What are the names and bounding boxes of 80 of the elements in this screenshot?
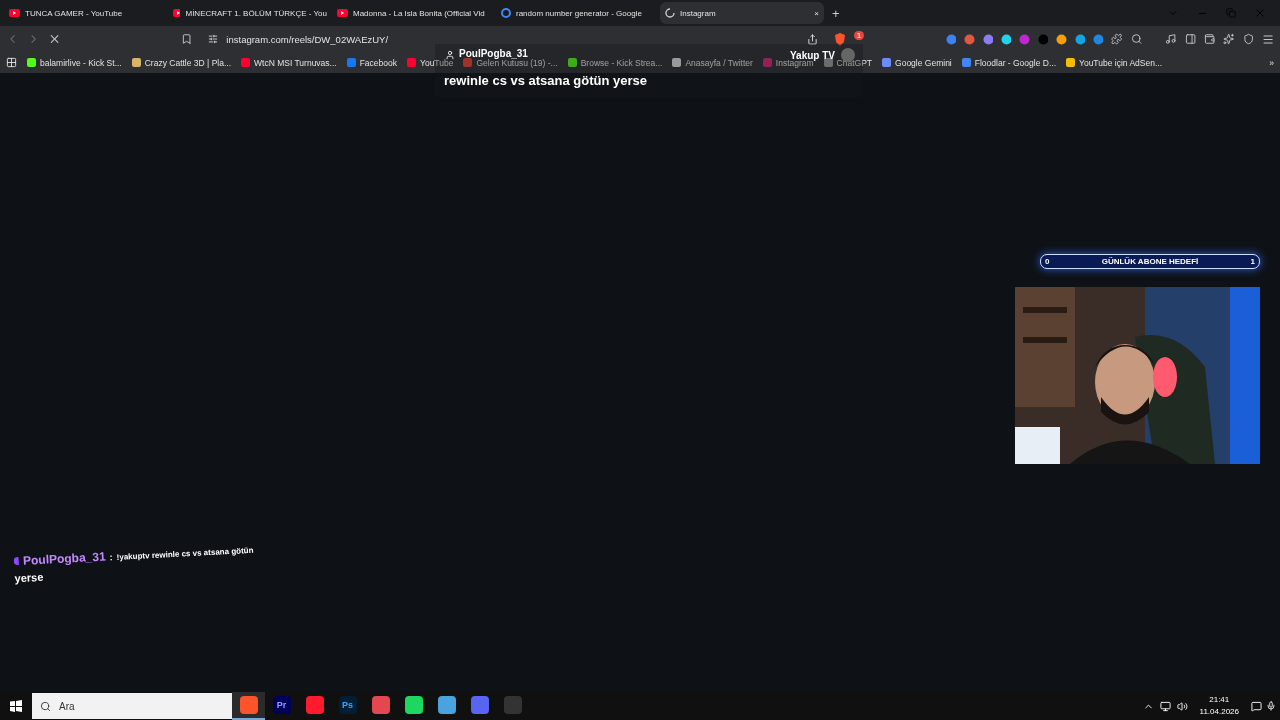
site-icon bbox=[823, 58, 833, 67]
taskbar-app[interactable]: Ps bbox=[331, 692, 364, 720]
new-tab-button[interactable]: + bbox=[832, 5, 840, 21]
browser-tab[interactable]: random number generator - Google bbox=[496, 2, 660, 24]
search-icon bbox=[40, 700, 51, 712]
rewards-badge[interactable]: 1 bbox=[853, 30, 865, 40]
extension-icon[interactable] bbox=[982, 33, 994, 45]
goal-label: GÜNLÜK ABONE HEDEFİ bbox=[1101, 257, 1199, 266]
bookmark-link[interactable]: Crazy Cattle 3D | Pla... bbox=[131, 57, 231, 68]
bookmark-link[interactable]: WtcN MSI Turnuvas... bbox=[241, 57, 337, 68]
taskbar-app[interactable] bbox=[232, 692, 265, 720]
clock[interactable]: 21:41 11.04.2026 bbox=[1199, 694, 1239, 718]
browser-tab[interactable]: Madonna - La Isla Bonita (Official Vid bbox=[332, 2, 496, 24]
music-icon[interactable] bbox=[1165, 33, 1177, 45]
site-icon bbox=[407, 58, 416, 67]
site-icon bbox=[27, 58, 36, 67]
extension-icon[interactable] bbox=[1074, 33, 1085, 45]
chat-message: !yakuptv rewinle cs vs atsana götün bbox=[116, 545, 254, 562]
menu-icon[interactable] bbox=[1261, 32, 1275, 46]
bookmark-link[interactable]: Anasayfa / Twitter bbox=[672, 57, 753, 68]
bookmark-link[interactable]: Floodlar - Google D... bbox=[961, 57, 1056, 68]
chat-username: PoulPogba_31 bbox=[22, 549, 106, 568]
wallet-icon[interactable] bbox=[1203, 33, 1216, 45]
extension-icon[interactable] bbox=[1001, 33, 1012, 45]
youtube-icon bbox=[173, 9, 181, 17]
site-icon bbox=[567, 58, 577, 67]
mic-icon bbox=[1266, 701, 1276, 711]
site-icon bbox=[131, 58, 141, 67]
browser-tab[interactable]: TUNCA GAMER - YouTube bbox=[4, 2, 168, 24]
bookmark-link[interactable]: Google Gemini bbox=[882, 57, 952, 68]
taskbar-app[interactable]: Pr bbox=[265, 692, 298, 720]
site-icon bbox=[882, 58, 892, 67]
site-icon bbox=[961, 58, 971, 67]
bookmark-link[interactable]: YouTube için AdSen... bbox=[1066, 57, 1163, 68]
avatar-icon bbox=[841, 48, 855, 62]
start-icon[interactable] bbox=[10, 700, 22, 712]
sidebar-icon[interactable] bbox=[1184, 33, 1196, 45]
alert-message: rewinle cs vs atsana götün yerse bbox=[444, 73, 648, 88]
close-tab-button[interactable]: × bbox=[814, 8, 819, 18]
youtube-icon bbox=[9, 9, 20, 17]
goal-end: 1 bbox=[1250, 257, 1255, 266]
extension-icon[interactable] bbox=[1056, 33, 1067, 45]
site-icon bbox=[346, 58, 356, 67]
bookmark-link[interactable]: YouTube bbox=[407, 57, 454, 68]
extension-icon[interactable] bbox=[946, 33, 957, 45]
bookmark-link[interactable]: Facebook bbox=[346, 57, 397, 68]
taskbar-search-field[interactable]: Ara bbox=[32, 693, 232, 719]
extension-icon[interactable] bbox=[1092, 33, 1104, 45]
more-bookmarks-button[interactable]: » bbox=[1269, 57, 1274, 68]
site-icon bbox=[762, 58, 772, 67]
alert-channel: Yakup TV bbox=[790, 50, 835, 61]
network-icon[interactable] bbox=[1159, 700, 1171, 712]
youtube-icon bbox=[337, 9, 348, 17]
user-icon bbox=[445, 50, 455, 60]
notifications-icon[interactable] bbox=[1251, 700, 1262, 712]
address-bar[interactable]: instagram.com/reels/DW_02WAEzUY/ bbox=[200, 29, 827, 49]
volume-icon[interactable] bbox=[1176, 700, 1188, 712]
site-icon bbox=[1066, 58, 1075, 67]
google-icon bbox=[501, 8, 511, 18]
bookmark-icon[interactable] bbox=[181, 33, 193, 45]
chat-message-continuation: yerse bbox=[14, 570, 44, 585]
goal-start: 0 bbox=[1045, 257, 1050, 266]
bookmark-link[interactable]: balamirlive - Kick St... bbox=[27, 57, 122, 68]
chat-separator: : bbox=[109, 552, 113, 563]
browser-tab[interactable]: Instagram × bbox=[660, 2, 824, 24]
alert-username: PoulPogba_31 bbox=[459, 48, 528, 59]
lion-shield-icon[interactable] bbox=[834, 32, 846, 46]
loading-icon bbox=[665, 8, 675, 18]
badge-icon bbox=[13, 557, 20, 566]
apps-icon[interactable] bbox=[6, 57, 17, 68]
sparkle-icon[interactable] bbox=[1223, 33, 1235, 45]
site-icon bbox=[672, 58, 682, 67]
bookmark-link[interactable]: Browse - Kick Strea... bbox=[567, 57, 663, 68]
extensions-icon[interactable] bbox=[1111, 33, 1123, 45]
extension-icon[interactable] bbox=[964, 33, 975, 45]
site-icon bbox=[463, 58, 473, 67]
search-icon[interactable] bbox=[1130, 33, 1142, 45]
shield-icon[interactable] bbox=[1242, 33, 1254, 45]
browser-tab[interactable]: MİNECRAFT 1. BÖLÜM TÜRKÇE - You bbox=[168, 2, 332, 24]
site-icon bbox=[241, 58, 250, 67]
